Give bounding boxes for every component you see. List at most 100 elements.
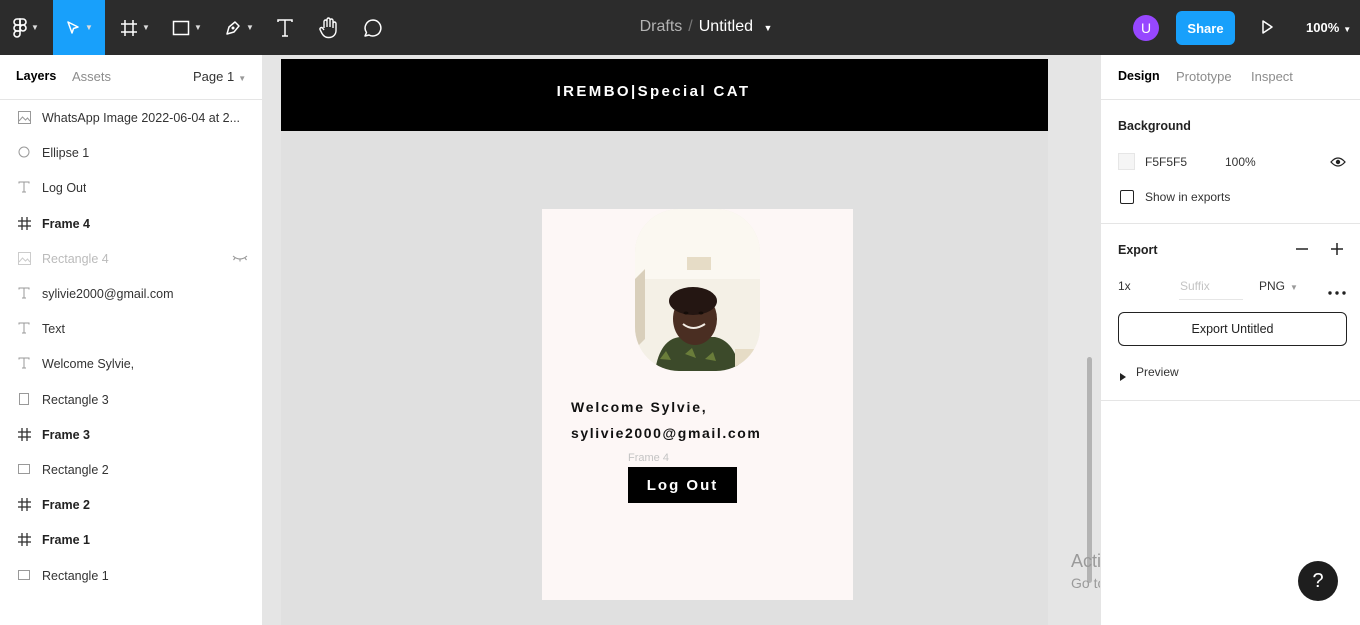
page-selector-label: Page 1 [193, 69, 235, 84]
activate-windows-watermark: Activate Windows Go to Settings to activ… [1071, 551, 1100, 591]
background-opacity-input[interactable]: 100% [1225, 155, 1256, 169]
design-canvas[interactable]: IREMBO|Special CAT Welcome Sylvie, syliv… [263, 55, 1100, 625]
tab-inspect[interactable]: Inspect [1251, 69, 1293, 84]
frame-icon [16, 215, 32, 231]
watermark-title: Activate Windows [1071, 551, 1100, 571]
layer-name: Ellipse 1 [42, 145, 90, 160]
play-icon [1262, 20, 1273, 34]
welcome-text[interactable]: Welcome Sylvie, [571, 399, 707, 415]
chevron-down-icon: ▼ [238, 74, 247, 83]
toolbar: ▼ ▼ ▼ ▼ ▼ Drafts / Untitled ▼ U Share 100%… [0, 0, 1360, 55]
rectangle-icon [16, 461, 32, 477]
text-icon [16, 320, 32, 336]
layer-item[interactable]: Log Out [0, 170, 262, 205]
ellipse-icon [16, 144, 32, 160]
share-button[interactable]: Share [1176, 11, 1235, 45]
watermark-subtitle: Go to Settings to activate Windows. [1071, 575, 1100, 591]
layer-name: Text [42, 321, 65, 336]
show-in-exports-label: Show in exports [1145, 190, 1231, 204]
frame-icon [16, 531, 32, 547]
layer-item[interactable]: Frame 3 [0, 417, 262, 452]
export-title: Export [1118, 243, 1158, 257]
profile-card[interactable]: Welcome Sylvie, sylivie2000@gmail.com Fr… [542, 209, 853, 600]
profile-photo[interactable] [635, 209, 760, 371]
layer-item[interactable]: sylivie2000@gmail.com [0, 276, 262, 311]
layer-name: sylivie2000@gmail.com [42, 286, 174, 301]
present-button[interactable] [1258, 18, 1276, 41]
plus-icon[interactable] [1330, 242, 1344, 261]
suffix-underline [1179, 299, 1243, 300]
logout-button[interactable]: Log Out [628, 467, 737, 503]
image-icon [16, 109, 32, 125]
background-section: Background F5F5F5 100% Show in exports [1101, 100, 1360, 224]
layers-panel: Layers Assets Page 1 ▼ WhatsApp Image 202… [0, 55, 263, 625]
tab-layers[interactable]: Layers [16, 69, 56, 83]
text-icon [16, 179, 32, 195]
chevron-down-icon: ▼ [1343, 25, 1352, 34]
layers-panel-tabs: Layers Assets Page 1 ▼ [0, 55, 262, 100]
email-text[interactable]: sylivie2000@gmail.com [571, 425, 761, 441]
page-selector[interactable]: Page 1 ▼ [193, 69, 246, 84]
breadcrumb-drafts[interactable]: Drafts [640, 18, 683, 35]
layer-item[interactable]: WhatsApp Image 2022-06-04 at 2... [0, 100, 262, 135]
export-scale-select[interactable]: 1x [1118, 279, 1131, 293]
layer-item[interactable]: Frame 1 [0, 522, 262, 557]
layer-name: Frame 1 [42, 532, 90, 547]
preview-toggle[interactable]: Preview [1136, 365, 1179, 379]
chevron-down-icon[interactable]: ▼ [763, 23, 772, 33]
background-hex-input[interactable]: F5F5F5 [1145, 155, 1187, 169]
layer-name: Rectangle 3 [42, 392, 109, 407]
export-format-select[interactable]: PNG ▼ [1259, 279, 1298, 293]
export-button[interactable]: Export Untitled [1118, 312, 1347, 346]
eye-closed-icon[interactable] [232, 252, 248, 266]
chevron-down-icon: ▼ [1290, 283, 1298, 292]
layer-name: Log Out [42, 180, 87, 195]
frame-icon [16, 496, 32, 512]
user-avatar[interactable]: U [1133, 15, 1159, 41]
export-suffix-input[interactable]: Suffix [1180, 279, 1210, 293]
more-options-icon[interactable] [1328, 282, 1346, 300]
minus-icon[interactable] [1295, 242, 1309, 261]
frame-1[interactable]: IREMBO|Special CAT Welcome Sylvie, syliv… [281, 59, 1048, 625]
background-title: Background [1118, 119, 1191, 133]
eye-icon[interactable] [1330, 155, 1346, 173]
help-button[interactable]: ? [1298, 561, 1338, 601]
layer-item[interactable]: Rectangle 2 [0, 452, 262, 487]
breadcrumb-separator: / [688, 18, 693, 35]
caret-right-icon[interactable] [1120, 368, 1126, 386]
layer-item[interactable]: Welcome Sylvie, [0, 346, 262, 381]
tab-prototype[interactable]: Prototype [1176, 69, 1232, 84]
tab-design[interactable]: Design [1118, 69, 1160, 83]
text-icon [16, 355, 32, 371]
layer-item[interactable]: Rectangle 1 [0, 558, 262, 593]
zoom-level: 100% [1306, 20, 1340, 35]
show-in-exports-checkbox[interactable] [1120, 190, 1134, 204]
tab-assets[interactable]: Assets [72, 69, 111, 84]
layer-name: Rectangle 2 [42, 462, 109, 477]
header-title: IREMBO|Special CAT [556, 83, 751, 100]
properties-tabs: Design Prototype Inspect [1101, 55, 1360, 100]
rectangle-icon [16, 567, 32, 583]
layer-name: Welcome Sylvie, [42, 356, 135, 371]
layer-item[interactable]: Text [0, 311, 262, 346]
document-name[interactable]: Untitled [699, 18, 753, 35]
layer-item[interactable]: Ellipse 1 [0, 135, 262, 170]
layer-item[interactable]: Rectangle 3 [0, 382, 262, 417]
export-format-value: PNG [1259, 279, 1286, 293]
layer-name: WhatsApp Image 2022-06-04 at 2... [42, 110, 241, 125]
layer-item[interactable]: Frame 4 [0, 206, 262, 241]
layer-item[interactable]: Frame 2 [0, 487, 262, 522]
header-bar[interactable]: IREMBO|Special CAT [281, 59, 1048, 131]
rectangle-icon [16, 391, 32, 407]
image-icon [16, 250, 32, 266]
layer-name: Frame 4 [42, 216, 90, 231]
properties-panel: Design Prototype Inspect Background F5F5… [1100, 55, 1360, 625]
frame-4-label[interactable]: Frame 4 [628, 452, 669, 464]
layer-item[interactable]: Rectangle 4 [0, 241, 262, 276]
export-section: Export 1x Suffix PNG ▼ Export Untitled Pr… [1101, 224, 1360, 401]
layer-name: Rectangle 1 [42, 568, 109, 583]
zoom-menu[interactable]: 100% ▼ [1306, 20, 1351, 35]
profile-photo-illustration [635, 209, 760, 371]
background-color-swatch[interactable] [1118, 153, 1135, 170]
canvas-scrollbar[interactable] [1087, 357, 1092, 583]
